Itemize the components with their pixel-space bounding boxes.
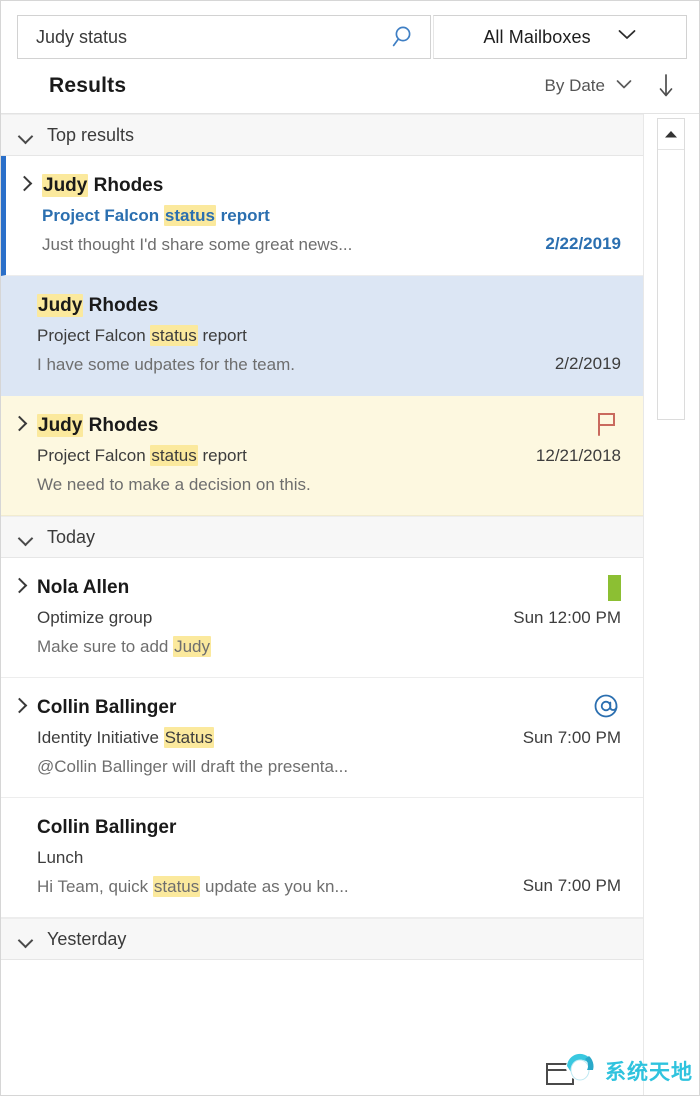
message-preview: Make sure to add Judy bbox=[37, 636, 211, 657]
expand-conversation-toggle bbox=[1, 814, 37, 901]
flag-icon[interactable] bbox=[593, 410, 621, 443]
chevron-down-icon bbox=[19, 131, 33, 140]
message-meta: Sun 7:00 PM bbox=[493, 694, 643, 781]
message-list: Top results Judy Rhodes Project Falcon sta… bbox=[1, 114, 644, 1095]
mailbox-scope-dropdown[interactable]: All Mailboxes bbox=[433, 15, 687, 59]
sort-by-label: By Date bbox=[544, 76, 605, 95]
message-subject: Project Falcon status report bbox=[37, 325, 247, 346]
chevron-down-icon bbox=[19, 533, 33, 542]
search-term-highlight: Status bbox=[163, 727, 214, 748]
message-list-item[interactable]: Collin Ballinger Lunch Hi Team, quick stat… bbox=[1, 798, 643, 918]
message-meta: 2/2/2019 bbox=[493, 292, 643, 379]
message-date: Sun 7:00 PM bbox=[522, 728, 621, 747]
message-sender: Judy Rhodes bbox=[37, 414, 159, 437]
scrollbar-column bbox=[644, 114, 699, 1095]
mailbox-scope-label: All Mailboxes bbox=[483, 26, 591, 47]
message-meta: Sun 7:00 PM bbox=[493, 814, 643, 901]
results-header: Results By Date bbox=[1, 59, 699, 113]
message-status-icon bbox=[593, 412, 621, 440]
chevron-down-icon bbox=[617, 28, 637, 46]
message-date: Sun 12:00 PM bbox=[513, 608, 621, 627]
expand-conversation-toggle[interactable] bbox=[1, 694, 37, 781]
sort-direction-button[interactable] bbox=[655, 73, 677, 99]
chevron-right-icon bbox=[19, 176, 29, 192]
section-header-top-results[interactable]: Top results bbox=[1, 114, 643, 156]
expand-conversation-toggle[interactable] bbox=[1, 574, 37, 661]
message-summary: Collin Ballinger Lunch Hi Team, quick stat… bbox=[37, 814, 493, 901]
message-subject: Project Falcon status report bbox=[42, 205, 270, 226]
message-sender: Collin Ballinger bbox=[37, 817, 177, 838]
search-term-highlight: status bbox=[152, 876, 201, 897]
message-subject: Project Falcon status report bbox=[37, 445, 247, 466]
message-preview: @Collin Ballinger will draft the present… bbox=[37, 757, 349, 776]
message-date: 2/22/2019 bbox=[545, 234, 621, 253]
message-preview: We need to make a decision on this. bbox=[37, 475, 311, 494]
section-label: Yesterday bbox=[47, 928, 127, 949]
message-summary: Judy Rhodes Project Falcon status report J… bbox=[42, 172, 493, 259]
scroll-up-arrow-icon[interactable] bbox=[658, 119, 684, 150]
chevron-down-icon bbox=[19, 935, 33, 944]
message-summary: Judy Rhodes Project Falcon status report I… bbox=[37, 292, 493, 379]
expand-conversation-toggle bbox=[1, 292, 37, 379]
message-date: 12/21/2018 bbox=[535, 446, 621, 465]
section-label: Today bbox=[47, 526, 96, 547]
message-status-icon bbox=[591, 694, 621, 722]
message-sender: Nola Allen bbox=[37, 577, 130, 598]
message-meta: 12/21/2018 bbox=[493, 412, 643, 499]
search-results-panel: All Mailboxes Results By Date bbox=[0, 0, 700, 1096]
page-title: Results bbox=[49, 74, 127, 97]
search-term-highlight: Judy bbox=[37, 414, 84, 437]
message-summary: Collin Ballinger Identity Initiative Stat… bbox=[37, 694, 493, 781]
search-term-highlight: Judy bbox=[42, 174, 89, 197]
message-sender: Collin Ballinger bbox=[37, 697, 177, 718]
chevron-right-icon bbox=[14, 578, 24, 594]
message-subject: Identity Initiative Status bbox=[37, 727, 214, 748]
search-bar: All Mailboxes bbox=[1, 1, 699, 59]
message-meta: Sun 12:00 PM bbox=[493, 574, 643, 661]
scroll-thumb[interactable] bbox=[658, 150, 684, 418]
search-term-highlight: Judy bbox=[173, 636, 211, 657]
message-date: 2/2/2019 bbox=[554, 354, 621, 373]
at-mention-icon[interactable] bbox=[591, 691, 621, 726]
message-meta: 2/22/2019 bbox=[493, 172, 643, 259]
search-term-highlight: Judy bbox=[37, 294, 84, 317]
message-subject: Lunch bbox=[37, 848, 84, 867]
search-input[interactable] bbox=[36, 26, 390, 48]
message-sender: Judy Rhodes bbox=[37, 294, 159, 317]
message-subject: Optimize group bbox=[37, 608, 153, 627]
message-list-item[interactable]: Nola Allen Optimize group Make sure to add… bbox=[1, 558, 643, 678]
message-list-item[interactable]: Judy Rhodes Project Falcon status report W… bbox=[1, 396, 643, 516]
message-preview: Just thought I'd share some great news..… bbox=[42, 235, 353, 254]
message-preview: Hi Team, quick status update as you kn..… bbox=[37, 876, 349, 897]
section-label: Top results bbox=[47, 124, 135, 145]
sort-by-dropdown[interactable]: By Date bbox=[545, 76, 633, 96]
section-header-yesterday[interactable]: Yesterday bbox=[1, 918, 643, 960]
search-term-highlight: status bbox=[150, 325, 198, 346]
results-body: Top results Judy Rhodes Project Falcon sta… bbox=[1, 113, 699, 1095]
message-list-item[interactable]: Collin Ballinger Identity Initiative Stat… bbox=[1, 678, 643, 798]
message-summary: Nola Allen Optimize group Make sure to add… bbox=[37, 574, 493, 661]
message-status-icon bbox=[608, 574, 621, 602]
chevron-right-icon bbox=[14, 698, 24, 714]
search-icon[interactable] bbox=[390, 22, 420, 52]
chevron-right-icon bbox=[14, 416, 24, 432]
message-summary: Judy Rhodes Project Falcon status report W… bbox=[37, 412, 493, 499]
search-term-highlight: status bbox=[150, 445, 198, 466]
message-list-item[interactable]: Judy Rhodes Project Falcon status report I… bbox=[1, 276, 643, 396]
message-sender: Judy Rhodes bbox=[42, 174, 164, 197]
section-header-today[interactable]: Today bbox=[1, 516, 643, 558]
message-list-item[interactable]: Judy Rhodes Project Falcon status report J… bbox=[1, 156, 643, 276]
vertical-scrollbar[interactable] bbox=[657, 118, 685, 420]
chevron-down-icon bbox=[615, 77, 633, 95]
message-preview: I have some udpates for the team. bbox=[37, 355, 295, 374]
expand-conversation-toggle[interactable] bbox=[6, 172, 42, 259]
message-date: Sun 7:00 PM bbox=[522, 876, 621, 895]
expand-conversation-toggle[interactable] bbox=[1, 412, 37, 499]
search-field-wrapper[interactable] bbox=[17, 15, 431, 59]
search-term-highlight: status bbox=[163, 205, 216, 226]
category-color-bar-icon[interactable] bbox=[608, 575, 621, 601]
